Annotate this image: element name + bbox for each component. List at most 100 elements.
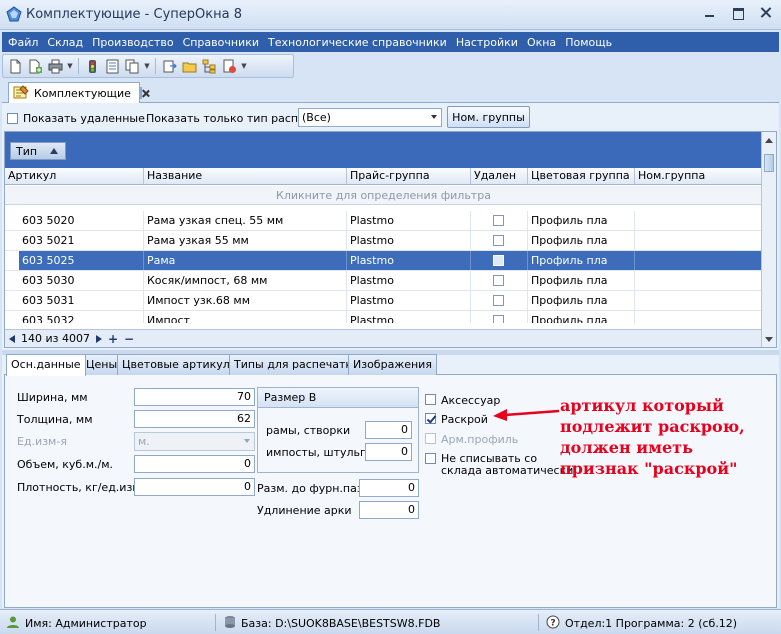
col-nom-group[interactable]: Ном.группа <box>635 168 762 184</box>
copy-dropdown-icon[interactable]: ▼ <box>144 58 150 75</box>
width-field[interactable]: 70 <box>134 388 255 406</box>
menu-help[interactable]: Помощь <box>565 36 612 49</box>
arch-label: Удлинение арки <box>257 504 352 517</box>
add-document-icon[interactable] <box>27 58 44 75</box>
no-writeoff-checkbox[interactable]: Не списывать со склада автоматически <box>425 453 576 477</box>
grid-scrollbar[interactable] <box>761 132 776 347</box>
show-deleted-checkbox[interactable]: Показать удаленные <box>7 112 145 125</box>
annotation-arrow-icon <box>493 409 560 421</box>
deleted-checkbox[interactable] <box>493 275 504 286</box>
deleted-checkbox[interactable] <box>493 315 504 323</box>
new-document-icon[interactable] <box>7 58 24 75</box>
menu-tech-directories[interactable]: Технологические справочники <box>268 36 447 49</box>
nav-prev-icon[interactable] <box>9 334 15 343</box>
group-by-type[interactable]: Тип <box>10 142 66 160</box>
imposts-field[interactable]: 0 <box>365 443 412 461</box>
cell-color-group: Профиль пла <box>528 231 635 250</box>
app-logo-icon <box>6 6 22 25</box>
chevron-down-icon <box>244 439 250 443</box>
show-deleted-check[interactable] <box>7 113 18 124</box>
deleted-checkbox[interactable] <box>493 235 504 246</box>
tab-prices[interactable]: Цены <box>81 354 123 375</box>
menu-warehouse[interactable]: Склад <box>47 36 83 49</box>
menu-directories[interactable]: Справочники <box>183 36 259 49</box>
document-list-icon[interactable] <box>104 58 121 75</box>
col-deleted[interactable]: Удален <box>471 168 528 184</box>
col-article[interactable]: Артикул <box>5 168 144 184</box>
traffic-light-icon[interactable] <box>84 58 101 75</box>
export-icon[interactable] <box>161 58 178 75</box>
cell-deleted[interactable] <box>471 271 528 290</box>
cell-price-group: Plastmo <box>347 311 471 323</box>
menu-production[interactable]: Производство <box>92 36 173 49</box>
tab-print-types[interactable]: Типы для распечатки <box>229 354 365 375</box>
table-row[interactable]: 603 5020 Рама узкая спец. 55 мм Plastmo … <box>5 211 762 231</box>
close-tab-icon[interactable] <box>139 87 142 99</box>
deleted-checkbox[interactable] <box>493 295 504 306</box>
arch-field[interactable]: 0 <box>359 501 419 519</box>
no-writeoff-label: Не списывать со склада автоматически <box>441 452 574 477</box>
no-writeoff-check[interactable] <box>425 453 436 464</box>
cell-color-group: Профиль пла <box>528 211 635 230</box>
print-dropdown-icon[interactable]: ▼ <box>67 58 73 75</box>
print-type-select[interactable]: (Все) <box>298 108 442 127</box>
minimize-button[interactable] <box>703 6 717 20</box>
deleted-checkbox[interactable] <box>493 215 504 226</box>
table-row[interactable]: 603 5030 Косяк/импост, 68 мм Plastmo Про… <box>5 271 762 291</box>
table-row[interactable]: 603 5031 Импост узк.68 мм Plastmo Профил… <box>5 291 762 311</box>
table-row[interactable]: 603 5032 Импост Plastmo Профиль пла <box>5 311 762 323</box>
size-group: Размер В рамы, створки 0 импосты, штульп… <box>257 387 419 473</box>
print-icon[interactable] <box>47 58 64 75</box>
tab-main-data[interactable]: Осн.данные <box>6 354 86 376</box>
cell-deleted[interactable] <box>471 291 528 310</box>
status-database-text: База: D:\SUOK8BASE\BESTSW8.FDB <box>241 617 441 630</box>
nav-next-icon[interactable] <box>95 334 102 343</box>
grid-filter-row[interactable]: Кликните для определения фильтра <box>5 186 762 205</box>
folder-icon[interactable] <box>181 58 198 75</box>
cutting-label: Раскрой <box>441 413 488 426</box>
deleted-checkbox[interactable] <box>493 255 504 266</box>
col-color-group[interactable]: Цветовая группа <box>528 168 635 184</box>
cell-deleted[interactable] <box>471 231 528 250</box>
table-row[interactable]: 603 5021 Рама узкая 55 мм Plastmo Профил… <box>5 231 762 251</box>
sort-ascending-icon <box>50 148 58 154</box>
cutting-check[interactable] <box>425 413 436 424</box>
menu-settings[interactable]: Настройки <box>456 36 518 49</box>
table-row-selected[interactable]: 603 5025 Рама Plastmo Профиль пла <box>5 251 762 271</box>
col-price-group[interactable]: Прайс-группа <box>347 168 471 184</box>
close-button[interactable] <box>759 6 773 20</box>
tab-images[interactable]: Изображения <box>348 354 437 375</box>
cell-deleted[interactable] <box>471 311 528 323</box>
tree-icon[interactable] <box>201 58 218 75</box>
menu-file[interactable]: Файл <box>8 36 38 49</box>
nav-remove-button[interactable]: − <box>124 332 134 346</box>
density-field[interactable]: 0 <box>134 478 255 496</box>
nav-add-button[interactable]: + <box>108 332 118 346</box>
settings-dropdown-icon[interactable]: ▼ <box>241 58 247 75</box>
cell-color-group: Профиль пла <box>528 251 635 270</box>
scroll-down-icon[interactable] <box>765 337 773 342</box>
col-name[interactable]: Название <box>144 168 347 184</box>
copy-document-icon[interactable] <box>124 58 141 75</box>
menu-windows[interactable]: Окна <box>527 36 556 49</box>
scroll-up-icon[interactable] <box>765 138 773 143</box>
cell-deleted[interactable] <box>471 211 528 230</box>
cutting-checkbox[interactable]: Раскрой <box>425 413 488 426</box>
cell-article: 603 5031 <box>19 291 144 310</box>
arm-profile-checkbox[interactable]: Арм.профиль <box>425 433 518 446</box>
tab-components[interactable]: Комплектующие <box>8 82 142 103</box>
settings-document-icon[interactable] <box>221 58 238 75</box>
scroll-thumb[interactable] <box>764 154 774 172</box>
arm-profile-check[interactable] <box>425 433 436 444</box>
volume-field[interactable]: 0 <box>134 455 255 473</box>
frames-field[interactable]: 0 <box>365 421 412 439</box>
cell-deleted[interactable] <box>471 251 528 270</box>
tab-color-articles[interactable]: Цветовые артикулы <box>117 354 244 375</box>
maximize-button[interactable] <box>731 6 745 20</box>
unit-select[interactable]: м. <box>134 432 255 451</box>
nom-groups-button[interactable]: Ном. группы <box>447 106 530 128</box>
hw-size-field[interactable]: 0 <box>359 479 419 497</box>
accessory-checkbox[interactable]: Аксессуар <box>425 394 500 407</box>
thickness-field[interactable]: 62 <box>134 410 255 428</box>
accessory-check[interactable] <box>425 394 436 405</box>
